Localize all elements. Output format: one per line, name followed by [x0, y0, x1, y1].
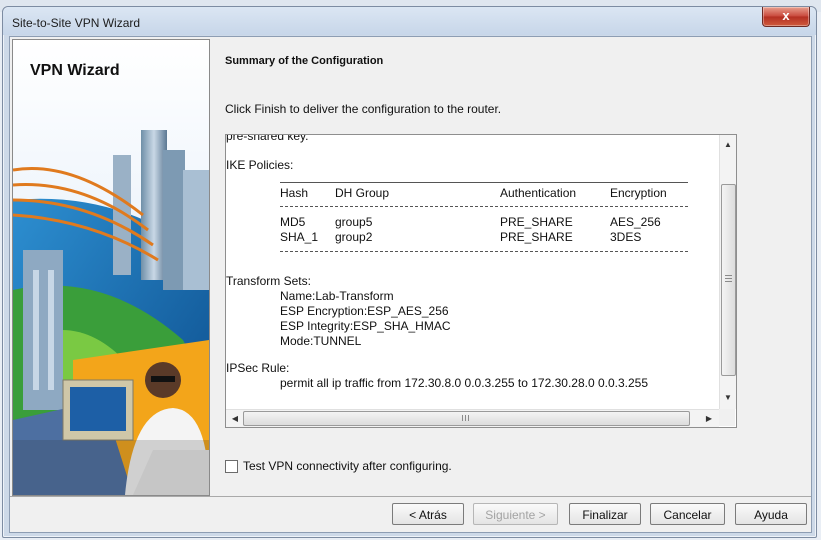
ike-header-encryption: Encryption — [610, 186, 667, 200]
configuration-summary-textbox[interactable]: pre-shared key. IKE Policies: Hash DH Gr… — [225, 134, 737, 428]
finish-button[interactable]: Finalizar — [569, 503, 641, 525]
ike-table-top-rule — [280, 182, 688, 183]
vertical-scroll-thumb[interactable] — [721, 184, 736, 376]
ike-row-1-hash: MD5 — [280, 215, 306, 229]
thumb-grip-line — [465, 415, 466, 421]
thumb-grip-line — [725, 275, 732, 276]
ike-header-authentication: Authentication — [500, 186, 577, 200]
cancel-button[interactable]: Cancelar — [650, 503, 725, 525]
back-button[interactable]: < Atrás — [392, 503, 464, 525]
transform-mode: Mode:TUNNEL — [280, 334, 362, 348]
transform-sets-label: Transform Sets: — [226, 274, 311, 288]
ike-row-1-authentication: PRE_SHARE — [500, 215, 573, 229]
page-heading: Summary of the Configuration — [225, 55, 384, 67]
thumb-grip-line — [725, 278, 732, 279]
transform-name: Name:Lab-Transform — [280, 289, 394, 303]
test-connectivity-checkbox[interactable] — [225, 460, 238, 473]
transform-esp-encryption: ESP Encryption:ESP_AES_256 — [280, 304, 449, 318]
scroll-up-icon[interactable]: ▲ — [721, 140, 735, 149]
scrollbar-corner — [719, 409, 735, 426]
thumb-grip-line — [468, 415, 469, 421]
ike-bottom-rule — [280, 251, 688, 252]
ipsec-rule-label: IPSec Rule: — [226, 361, 290, 375]
thumb-grip-line — [725, 281, 732, 282]
ipsec-rule-line: permit all ip traffic from 172.30.8.0 0.… — [280, 376, 649, 390]
scroll-down-icon[interactable]: ▼ — [721, 393, 735, 402]
thumb-grip-line — [462, 415, 463, 421]
vertical-scrollbar[interactable]: ▲ ▼ — [719, 135, 736, 409]
instruction-text: Click Finish to deliver the configuratio… — [225, 102, 502, 116]
test-connectivity-label[interactable]: Test VPN connectivity after configuring. — [243, 459, 452, 473]
summary-content: pre-shared key. IKE Policies: Hash DH Gr… — [226, 135, 716, 407]
horizontal-scroll-thumb[interactable] — [243, 411, 690, 426]
ike-policies-label: IKE Policies: — [226, 158, 294, 172]
scroll-right-icon[interactable]: ▶ — [702, 414, 716, 423]
button-separator — [10, 496, 811, 497]
wizard-window: Site-to-Site VPN Wizard x VPN Wizard Sum… — [2, 6, 817, 538]
close-button[interactable]: x — [762, 7, 810, 27]
next-button[interactable]: Siguiente > — [473, 503, 558, 525]
transform-esp-integrity: ESP Integrity:ESP_SHA_HMAC — [280, 319, 451, 333]
scroll-left-icon[interactable]: ◀ — [228, 414, 242, 423]
sidebar-title: VPN Wizard — [30, 62, 120, 79]
ike-row-2-dh-group: group2 — [335, 230, 373, 244]
ike-row-1-dh-group: group5 — [335, 215, 373, 229]
ike-row-2-hash: SHA_1 — [280, 230, 319, 244]
ike-header-rule — [280, 206, 688, 207]
ike-header-dh-group: DH Group — [335, 186, 390, 200]
ike-row-2-encryption: 3DES — [610, 230, 642, 244]
help-button[interactable]: Ayuda — [735, 503, 807, 525]
close-icon: x — [782, 8, 790, 23]
ike-row-2-authentication: PRE_SHARE — [500, 230, 573, 244]
summary-preshared-fragment: pre-shared key. — [226, 135, 309, 143]
horizontal-scrollbar[interactable]: ◀ ▶ — [226, 409, 719, 427]
title-bar[interactable]: Site-to-Site VPN Wizard x — [3, 7, 816, 35]
ike-header-hash: Hash — [280, 186, 309, 200]
wizard-illustration — [13, 40, 209, 495]
ike-row-1-encryption: AES_256 — [610, 215, 661, 229]
window-title: Site-to-Site VPN Wizard — [12, 16, 141, 30]
dialog-client-area: VPN Wizard Summary of the Configuration … — [9, 36, 812, 533]
wizard-side-panel: VPN Wizard — [12, 39, 210, 496]
